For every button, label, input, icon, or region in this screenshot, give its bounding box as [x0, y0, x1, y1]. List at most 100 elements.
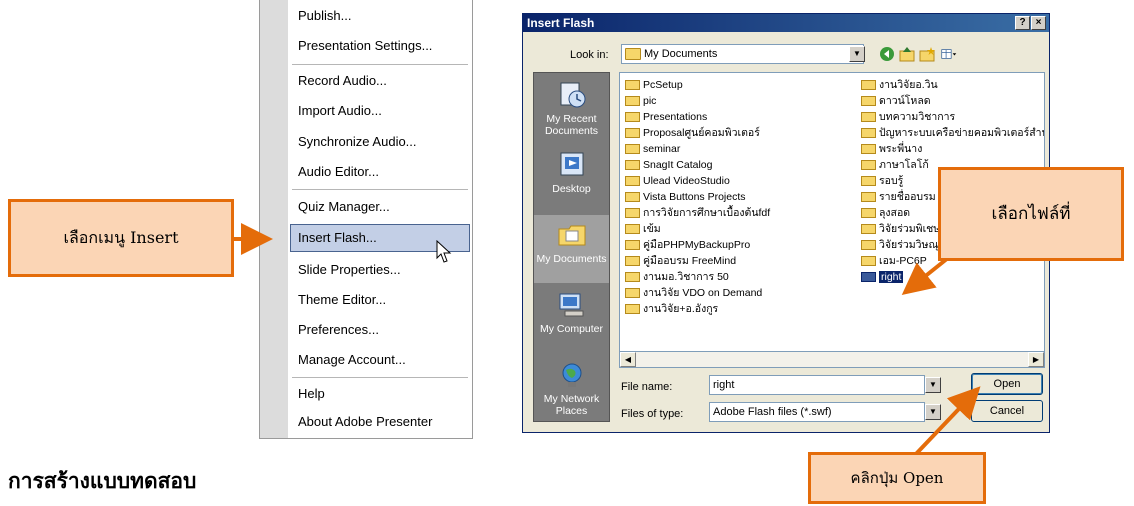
file-name-label: File name:: [621, 381, 673, 393]
folder-item[interactable]: Ulead VideoStudio: [624, 174, 730, 188]
menu-item-help[interactable]: Help: [260, 380, 472, 408]
menu-item-quiz-manager[interactable]: Quiz Manager...: [260, 193, 472, 221]
folder-icon: [861, 208, 876, 218]
folder-item[interactable]: วิจัยร่วมวิษณุ: [860, 238, 938, 252]
folder-item[interactable]: ปัญหาระบบเครือข่ายคอมพิวเตอร์สำนัก: [860, 126, 1044, 140]
look-in-value: My Documents: [644, 48, 718, 60]
menu-item-about-adobe-presenter[interactable]: About Adobe Presenter: [260, 408, 472, 436]
callout-click-open: คลิกปุ่ม Open: [808, 452, 986, 504]
place-recent-documents[interactable]: My Recent Documents: [534, 75, 609, 143]
open-button[interactable]: Open: [971, 373, 1043, 395]
places-bar: My Recent Documents Desktop My Documents…: [533, 72, 610, 422]
file-name-input[interactable]: right: [709, 375, 925, 395]
files-of-type-select[interactable]: Adobe Flash files (*.swf): [709, 402, 925, 422]
new-folder-icon[interactable]: [919, 46, 935, 62]
place-network-places[interactable]: My Network Places: [534, 355, 609, 423]
menu-item-manage-account[interactable]: Manage Account...: [260, 346, 472, 374]
view-menu-icon[interactable]: [941, 46, 957, 62]
network-places-icon: [562, 363, 581, 387]
look-in-select[interactable]: My Documents: [621, 44, 864, 64]
place-label: My Documents: [536, 253, 607, 265]
chevron-down-icon[interactable]: ▼: [925, 377, 941, 393]
folder-icon: [625, 112, 640, 122]
chevron-down-icon[interactable]: ▼: [925, 404, 941, 420]
folder-icon: [861, 176, 876, 186]
my-documents-icon: [558, 225, 585, 246]
place-label: My Network Places: [543, 393, 600, 417]
folder-icon: [861, 80, 876, 90]
place-my-computer[interactable]: My Computer: [534, 285, 609, 353]
place-desktop[interactable]: Desktop: [534, 145, 609, 213]
folder-item[interactable]: การวิจัยการศึกษาเบื้องต้นfdf: [624, 206, 770, 220]
horizontal-scrollbar[interactable]: ◀ ▶: [619, 352, 1045, 368]
context-menu: Publish... Presentation Settings... Reco…: [259, 0, 473, 439]
menu-item-theme-editor[interactable]: Theme Editor...: [260, 286, 472, 314]
folder-icon: [625, 288, 640, 298]
callout-insert-menu: เลือกเมนู Insert: [8, 199, 234, 277]
file-item-right[interactable]: right: [860, 270, 904, 284]
cancel-button[interactable]: Cancel: [971, 400, 1043, 422]
menu-separator: [292, 189, 468, 190]
place-label: My Recent Documents: [544, 113, 599, 137]
folder-icon: [861, 240, 876, 250]
folder-icon: [861, 96, 876, 106]
close-button[interactable]: ×: [1031, 16, 1046, 30]
folder-item[interactable]: pic: [624, 94, 656, 108]
help-button[interactable]: ?: [1015, 16, 1030, 30]
chevron-down-icon[interactable]: ▼: [849, 46, 865, 62]
folder-item[interactable]: งานวิจัย VDO on Demand: [624, 286, 762, 300]
folder-item[interactable]: เอม-PC6P: [860, 254, 927, 268]
folder-item[interactable]: งานมอ.วิชาการ 50: [624, 270, 729, 284]
folder-icon: [861, 112, 876, 122]
place-label: Desktop: [552, 183, 591, 195]
menu-item-preferences[interactable]: Preferences...: [260, 316, 472, 344]
folder-icon: [625, 80, 640, 90]
my-computer-icon: [559, 293, 583, 317]
folder-item[interactable]: พระพี่นาง: [860, 142, 922, 156]
folder-item[interactable]: คู่มือPHPMyBackupPro: [624, 238, 750, 252]
place-my-documents[interactable]: My Documents: [534, 215, 609, 283]
desktop-icon: [560, 152, 583, 176]
folder-item[interactable]: รายชื่ออบรม: [860, 190, 936, 204]
folder-item[interactable]: รอบรู้: [860, 174, 903, 188]
folder-item[interactable]: ภาษาโลโก้: [860, 158, 929, 172]
folder-icon: [625, 208, 640, 218]
menu-item-synchronize-audio[interactable]: Synchronize Audio...: [260, 128, 472, 156]
mouse-pointer-icon: [436, 240, 452, 263]
menu-item-record-audio[interactable]: Record Audio...: [260, 67, 472, 95]
folder-icon: [625, 176, 640, 186]
folder-icon: [861, 144, 876, 154]
folder-icon: [625, 144, 640, 154]
back-icon[interactable]: [879, 46, 895, 62]
folder-item[interactable]: seminar: [624, 142, 680, 156]
menu-item-presentation-settings[interactable]: Presentation Settings...: [260, 32, 472, 60]
scroll-right-icon[interactable]: ▶: [1028, 352, 1044, 367]
menu-item-publish[interactable]: Publish...: [260, 2, 472, 30]
folder-icon: [625, 272, 640, 282]
folder-item[interactable]: วิจัยร่วมพิเชษฐ: [860, 222, 946, 236]
up-folder-icon[interactable]: [899, 46, 915, 62]
folder-item[interactable]: SnagIt Catalog: [624, 158, 712, 172]
folder-item[interactable]: PcSetup: [624, 78, 683, 92]
folder-item[interactable]: Vista Buttons Projects: [624, 190, 746, 204]
folder-icon: [625, 224, 640, 234]
folder-icon: [861, 192, 876, 202]
folder-icon: [625, 128, 640, 138]
folder-item[interactable]: บทความวิชาการ: [860, 110, 955, 124]
menu-item-audio-editor[interactable]: Audio Editor...: [260, 158, 472, 186]
dialog-titlebar[interactable]: Insert Flash ? ×: [523, 14, 1049, 32]
folder-item[interactable]: Proposalศูนย์คอมพิวเตอร์: [624, 126, 760, 140]
folder-icon: [625, 48, 641, 60]
folder-item[interactable]: งานวิจัย+อ.อังกูร: [624, 302, 718, 316]
menu-item-import-audio[interactable]: Import Audio...: [260, 97, 472, 125]
callout-choose-file: เลือกไฟล์ที่: [938, 167, 1124, 261]
folder-item[interactable]: ลุงสอด: [860, 206, 910, 220]
folder-item[interactable]: งานวิจัยอ.วิน: [860, 78, 938, 92]
scroll-left-icon[interactable]: ◀: [620, 352, 636, 367]
folder-item[interactable]: เข้ม: [624, 222, 661, 236]
folder-icon: [625, 192, 640, 202]
folder-item[interactable]: ดาวน์โหลด: [860, 94, 931, 108]
folder-item[interactable]: Presentations: [624, 110, 707, 124]
folder-item[interactable]: คู่มืออบรม FreeMind: [624, 254, 736, 268]
folder-icon: [861, 160, 876, 170]
